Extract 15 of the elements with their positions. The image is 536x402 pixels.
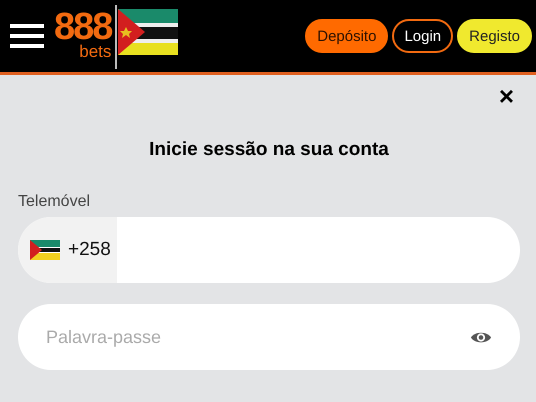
- register-button[interactable]: Registo: [457, 19, 532, 53]
- logo-word[interactable]: bets: [79, 44, 112, 60]
- login-button[interactable]: Login: [392, 19, 454, 53]
- close-button[interactable]: ×: [498, 83, 520, 109]
- logo-digits[interactable]: 888: [54, 10, 112, 44]
- eye-icon[interactable]: [470, 330, 492, 344]
- flag-icon[interactable]: [30, 240, 60, 260]
- dialog-title: Inicie sessão na sua conta: [148, 139, 390, 161]
- password-field[interactable]: Palavra-passe: [18, 304, 520, 370]
- deposit-button[interactable]: Depósito: [305, 19, 388, 53]
- menu-icon[interactable]: [10, 24, 44, 48]
- phone-field[interactable]: +258: [18, 217, 520, 283]
- phone-label: Telemóvel: [18, 193, 92, 211]
- password-input[interactable]: Palavra-passe: [44, 316, 470, 358]
- country-code[interactable]: +258: [68, 239, 111, 261]
